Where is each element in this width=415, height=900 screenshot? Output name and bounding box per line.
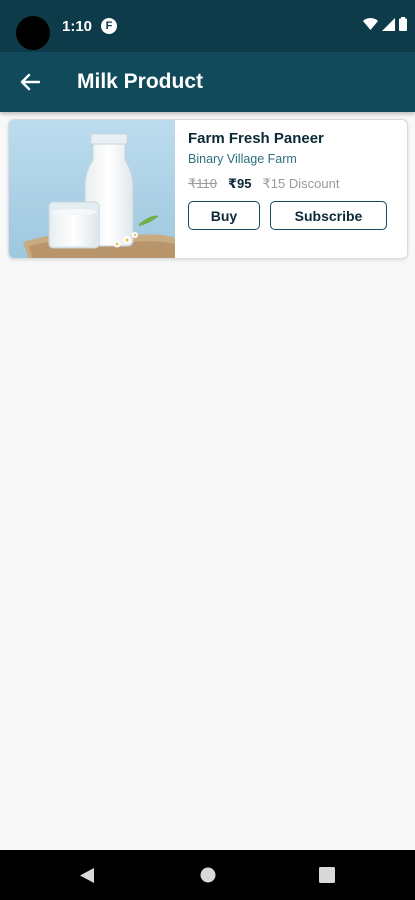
original-price: ₹110	[188, 176, 217, 191]
app-bar: Milk Product	[0, 52, 415, 112]
wifi-icon	[363, 17, 378, 30]
discount-label: ₹15 Discount	[262, 176, 340, 191]
product-farm: Binary Village Farm	[188, 152, 297, 166]
price-row: ₹110 ₹95 ₹15 Discount	[188, 176, 339, 192]
product-card[interactable]: Farm Fresh Paneer Binary Village Farm ₹1…	[8, 119, 408, 259]
nav-home-icon[interactable]	[200, 867, 216, 883]
subscribe-button[interactable]: Subscribe	[270, 201, 387, 230]
page-title: Milk Product	[77, 70, 204, 93]
battery-icon	[399, 17, 407, 31]
buy-button[interactable]: Buy	[188, 201, 260, 230]
product-image	[9, 120, 175, 258]
notification-icon: F	[101, 18, 117, 34]
status-time: 1:10	[62, 18, 93, 35]
sale-price: ₹95	[228, 176, 252, 191]
camera-cutout	[16, 16, 50, 50]
nav-recents-icon[interactable]	[319, 867, 335, 883]
product-name: Farm Fresh Paneer	[188, 130, 324, 147]
product-info: Farm Fresh Paneer Binary Village Farm ₹1…	[188, 120, 407, 258]
back-arrow-icon	[20, 73, 40, 91]
back-button[interactable]	[14, 66, 46, 98]
status-bar: 1:10 F	[0, 0, 415, 52]
system-nav-bar	[0, 850, 415, 900]
status-icons	[363, 17, 407, 31]
nav-back-icon[interactable]	[79, 867, 95, 884]
signal-icon	[382, 17, 395, 31]
